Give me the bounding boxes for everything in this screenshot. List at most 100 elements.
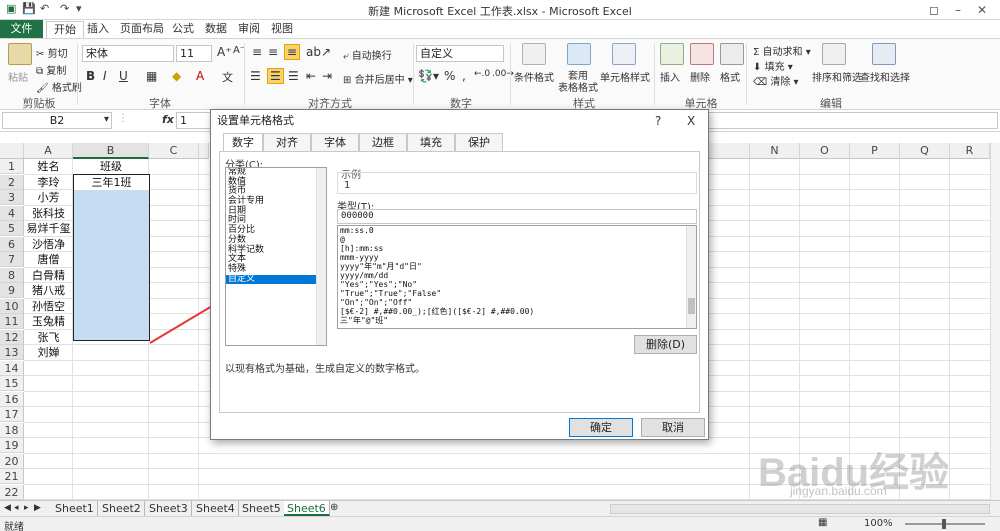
format-code-scroll-thumb[interactable]: [688, 298, 695, 314]
sheet-nav-last-icon[interactable]: ▶: [34, 503, 41, 513]
name-box-dropdown-icon[interactable]: ▾: [104, 114, 109, 125]
conditional-format-icon[interactable]: [522, 43, 546, 65]
increase-indent-icon[interactable]: ⇥: [322, 69, 332, 83]
cell-name[interactable]: 刘婵: [24, 345, 73, 360]
accounting-format-icon[interactable]: 💱▾: [418, 69, 439, 83]
format-cells-button[interactable]: 格式: [720, 69, 740, 84]
tab-page-layout[interactable]: 页面布局: [113, 21, 171, 38]
format-code-item[interactable]: yyyy"年"m"月"d"日": [338, 262, 696, 271]
delete-cells-icon[interactable]: [690, 43, 714, 65]
tab-data[interactable]: 数据: [198, 21, 234, 38]
align-left-icon[interactable]: ☰: [250, 69, 261, 83]
row-header[interactable]: 19: [0, 438, 24, 453]
tab-protection[interactable]: 保护: [455, 133, 503, 151]
row-header[interactable]: 20: [0, 453, 24, 469]
category-scrollbar[interactable]: [316, 168, 326, 345]
tab-view[interactable]: 视图: [264, 21, 300, 38]
row-header[interactable]: 1: [0, 159, 24, 174]
cell-name[interactable]: 易烊千玺: [24, 221, 73, 236]
column-header-r[interactable]: R: [950, 143, 990, 159]
paste-button[interactable]: 粘贴: [8, 69, 28, 84]
comma-button[interactable]: ,: [462, 69, 466, 83]
row-header[interactable]: 17: [0, 407, 24, 422]
bold-button[interactable]: B: [86, 69, 95, 83]
phonetic-icon[interactable]: 文: [222, 69, 233, 85]
column-header-m[interactable]: [709, 143, 750, 159]
row-header[interactable]: 2: [0, 174, 24, 190]
binoculars-icon[interactable]: [872, 43, 896, 65]
format-code-item[interactable]: @: [338, 235, 696, 244]
fill-color-icon[interactable]: ◆: [172, 69, 181, 83]
dialog-help-button[interactable]: ?: [655, 114, 661, 128]
orientation-icon[interactable]: ab↗: [306, 45, 331, 59]
tab-review[interactable]: 审阅: [231, 21, 267, 38]
cell-name[interactable]: 白骨精: [24, 268, 73, 283]
row-header[interactable]: 12: [0, 329, 24, 345]
align-middle-icon[interactable]: ≡: [268, 45, 278, 59]
cell-styles-icon[interactable]: [612, 43, 636, 65]
align-bottom-icon[interactable]: ≡: [284, 44, 301, 60]
italic-button[interactable]: I: [103, 69, 107, 83]
format-code-item[interactable]: "True";"True";"False": [338, 289, 696, 298]
cell-styles-button[interactable]: 单元格样式: [600, 69, 650, 84]
column-header-a[interactable]: A: [24, 143, 73, 159]
row-header[interactable]: 4: [0, 205, 24, 221]
cell-name[interactable]: 玉兔精: [24, 314, 73, 329]
cell-a1[interactable]: 姓名: [24, 159, 73, 174]
format-code-item[interactable]: 三"年"@"班": [338, 316, 696, 325]
zoom-slider-thumb[interactable]: [942, 519, 946, 529]
tab-insert[interactable]: 插入: [80, 21, 116, 38]
column-header-c[interactable]: C: [149, 143, 199, 159]
cell-name[interactable]: 沙悟净: [24, 237, 73, 252]
row-header[interactable]: 21: [0, 469, 24, 484]
format-painter-button[interactable]: 🖌 格式刷: [36, 79, 82, 94]
font-size-select[interactable]: 11: [176, 45, 212, 62]
cell-name[interactable]: 张科技: [24, 206, 73, 221]
sheet-tab-6[interactable]: Sheet6: [284, 501, 330, 516]
dialog-close-button[interactable]: X: [687, 114, 695, 128]
format-code-item[interactable]: yyyy/mm/dd: [338, 271, 696, 280]
format-code-item[interactable]: [$€-2] #,##0.00_);[红色]([$€-2] #,##0.00): [338, 307, 696, 316]
format-code-item[interactable]: mm:ss.0: [338, 226, 696, 235]
horizontal-scrollbar[interactable]: [610, 504, 990, 514]
cell-name[interactable]: 唐僧: [24, 252, 73, 267]
category-list[interactable]: 常规 数值 货币 会计专用 日期 时间 百分比 分数 科学记数 文本 特殊 自定义: [225, 167, 327, 346]
cell-name[interactable]: 张飞: [24, 330, 73, 345]
cell-name[interactable]: 孙悟空: [24, 299, 73, 314]
sheet-nav-prev-icon[interactable]: ◂: [14, 503, 19, 513]
tab-border[interactable]: 边框: [359, 133, 407, 151]
tab-alignment[interactable]: 对齐: [263, 133, 311, 151]
new-sheet-icon[interactable]: ⊕: [330, 502, 338, 513]
row-header[interactable]: 6: [0, 236, 24, 252]
tab-number[interactable]: 数字: [223, 133, 263, 152]
sort-filter-icon[interactable]: [822, 43, 846, 65]
wrap-text-button[interactable]: ⤶ 自动换行: [343, 47, 392, 62]
sort-filter-button[interactable]: 排序和筛选: [812, 69, 862, 84]
name-box[interactable]: B2: [2, 112, 112, 129]
delete-cells-button[interactable]: 删除: [690, 69, 710, 84]
tab-font[interactable]: 字体: [311, 133, 359, 151]
cancel-button[interactable]: 取消: [641, 418, 705, 437]
cell-name[interactable]: 小芳: [24, 190, 73, 205]
row-header[interactable]: 11: [0, 314, 24, 329]
number-format-select[interactable]: 自定义: [416, 45, 504, 62]
row-header[interactable]: 8: [0, 267, 24, 283]
cell-name[interactable]: 猪八戒: [24, 283, 73, 298]
underline-button[interactable]: U: [119, 69, 128, 83]
tab-file[interactable]: 文件: [0, 20, 43, 38]
copy-button[interactable]: ⧉ 复制: [36, 62, 66, 77]
row-header[interactable]: 15: [0, 376, 24, 391]
align-top-icon[interactable]: ≡: [252, 45, 262, 59]
clear-button[interactable]: ⌫ 清除 ▾: [753, 73, 799, 88]
column-header-b[interactable]: B: [73, 143, 149, 159]
conditional-format-button[interactable]: 条件格式: [514, 69, 554, 84]
align-center-icon[interactable]: ☰: [267, 68, 284, 84]
border-icon[interactable]: ▦: [146, 69, 157, 83]
sheet-tab-3[interactable]: Sheet3: [146, 501, 192, 516]
row-header[interactable]: 22: [0, 484, 24, 500]
cell-name[interactable]: 李玲: [24, 175, 73, 190]
normal-view-icon[interactable]: ▦: [818, 517, 827, 528]
fill-button[interactable]: ⬇ 填充 ▾: [753, 58, 793, 73]
cell-b2[interactable]: 三年1班: [74, 175, 149, 190]
cell-b1[interactable]: 班级: [73, 159, 149, 174]
